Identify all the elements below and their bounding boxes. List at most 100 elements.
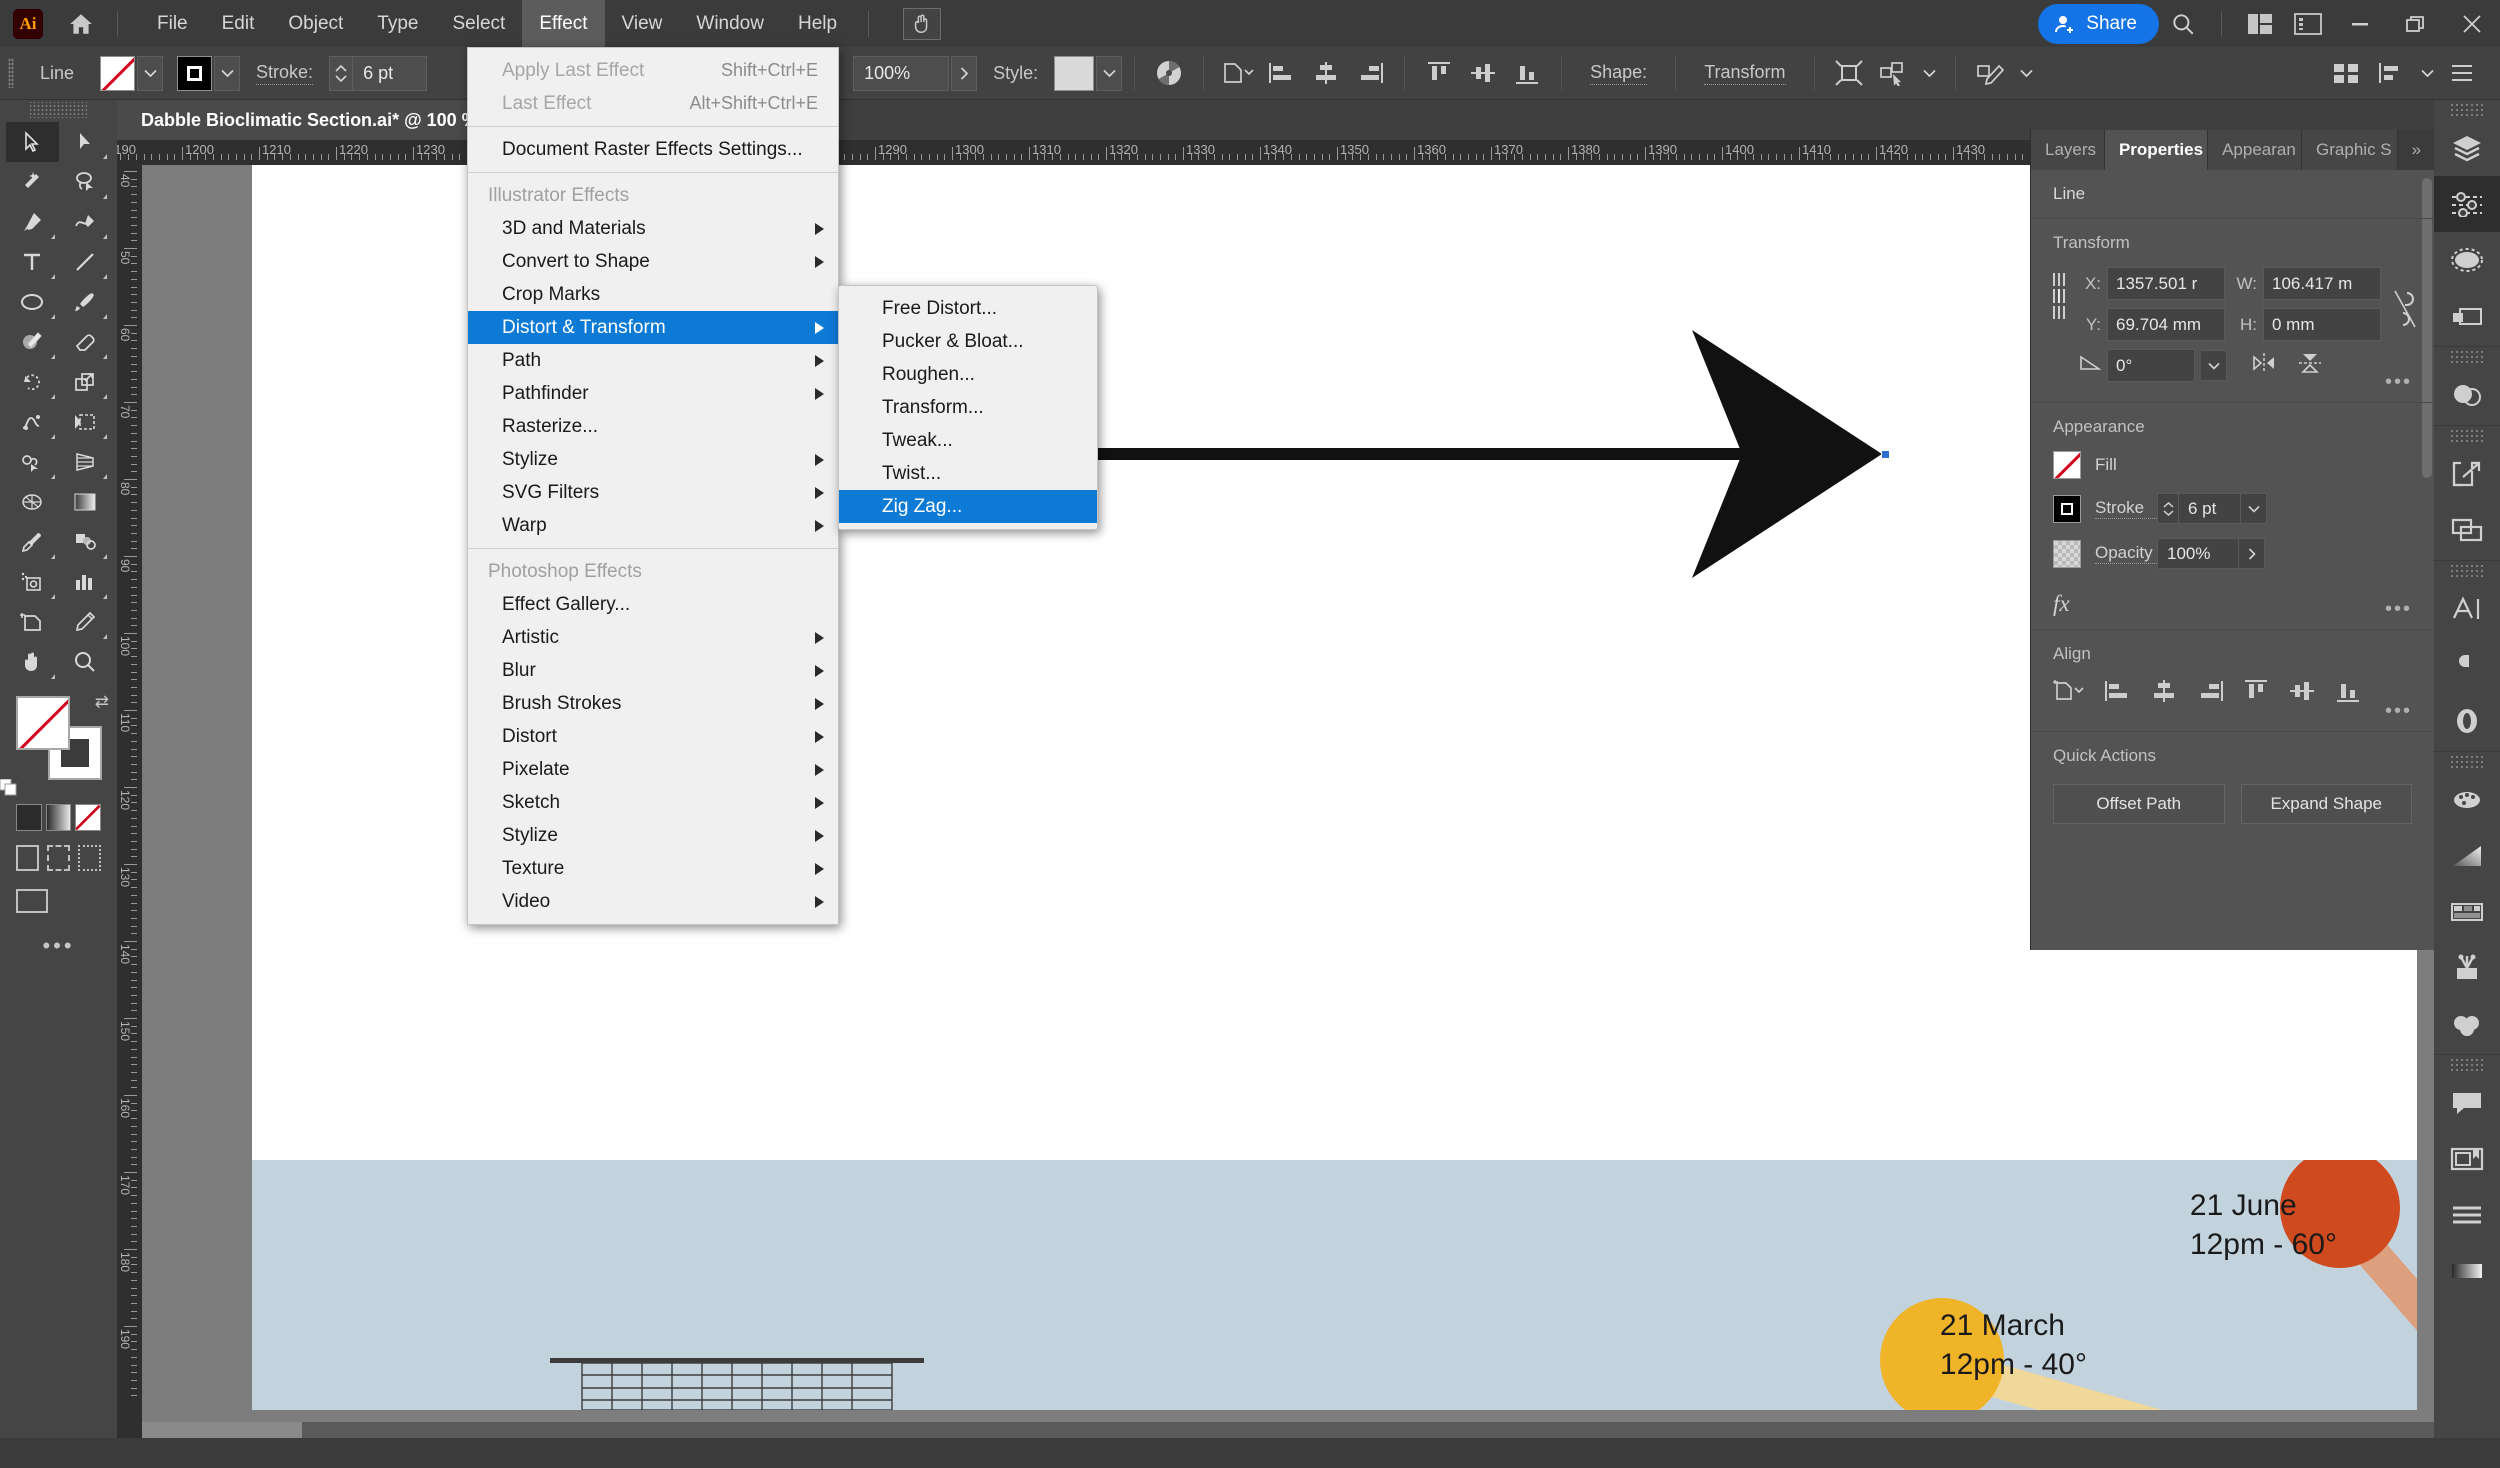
home-icon[interactable] <box>59 0 103 47</box>
align-center-horizontal-icon[interactable] <box>2149 678 2179 709</box>
gradient-tool[interactable] <box>59 482 112 522</box>
select-similar-icon[interactable] <box>1871 51 1915 95</box>
arrange-documents-icon[interactable] <box>2236 0 2284 47</box>
submenu-item-twist[interactable]: Twist... <box>839 457 1097 490</box>
dock-grip[interactable] <box>2450 1058 2484 1072</box>
mesh-tool[interactable] <box>6 482 59 522</box>
submenu-item-free-distort[interactable]: Free Distort... <box>839 292 1097 325</box>
line-segment-tool[interactable] <box>59 242 112 282</box>
brushes-icon[interactable] <box>2434 996 2500 1052</box>
menu-item-rasterize[interactable]: Rasterize... <box>468 410 838 443</box>
menu-item-warp[interactable]: Warp <box>468 509 838 542</box>
screen-mode-icon[interactable] <box>0 871 117 913</box>
menu-item-effect-gallery[interactable]: Effect Gallery... <box>468 588 838 621</box>
align-panel-icon[interactable] <box>2368 51 2412 95</box>
default-fill-stroke-icon[interactable] <box>0 778 17 796</box>
recolor-artwork-icon[interactable] <box>1147 51 1191 95</box>
menu-item-stylize-illustrator[interactable]: Stylize <box>468 443 838 476</box>
properties-icon[interactable] <box>2434 176 2500 232</box>
panel-opacity-expand-icon[interactable] <box>2239 538 2265 569</box>
toolbar-more-icon[interactable]: ••• <box>0 913 117 959</box>
rotate-tool[interactable] <box>6 362 59 402</box>
menu-view[interactable]: View <box>605 0 680 47</box>
isolate-selection-icon[interactable] <box>1827 51 1871 95</box>
align-panel-icon[interactable] <box>2434 1187 2500 1243</box>
paintbrush-tool[interactable] <box>59 282 112 322</box>
symbol-sprayer-tool[interactable] <box>6 562 59 602</box>
menu-window[interactable]: Window <box>679 0 781 47</box>
document-tab[interactable]: Dabble Bioclimatic Section.ai* @ 100 % <box>117 100 503 140</box>
menu-item-artistic[interactable]: Artistic <box>468 621 838 654</box>
menu-item-distort-photoshop[interactable]: Distort <box>468 720 838 753</box>
fill-swatch[interactable] <box>100 55 136 91</box>
opacity-expand-icon[interactable] <box>951 55 978 91</box>
rotation-angle-input[interactable]: 0° <box>2107 349 2195 382</box>
tab-graphic-styles[interactable]: Graphic S <box>2302 130 2398 170</box>
menu-item-convert-to-shape[interactable]: Convert to Shape <box>468 245 838 278</box>
align-center-vertical-icon[interactable] <box>1461 51 1505 95</box>
ellipse-tool[interactable] <box>6 282 59 322</box>
layers-icon[interactable] <box>2434 120 2500 176</box>
expand-shape-button[interactable]: Expand Shape <box>2240 784 2412 824</box>
menu-item-document-raster-effects-settings[interactable]: Document Raster Effects Settings... <box>468 133 838 166</box>
style-chevron-down-icon[interactable] <box>1096 55 1123 91</box>
menu-item-apply-last-effect[interactable]: Apply Last Effect Shift+Ctrl+E <box>468 54 838 87</box>
menu-item-stylize-photoshop[interactable]: Stylize <box>468 819 838 852</box>
stroke-dropdown-chevron-down-icon[interactable] <box>214 55 241 91</box>
libraries-icon[interactable] <box>2434 1131 2500 1187</box>
submenu-item-tweak[interactable]: Tweak... <box>839 424 1097 457</box>
menu-select[interactable]: Select <box>436 0 523 47</box>
unlink-proportions-icon[interactable] <box>2391 289 2419 334</box>
draw-behind-icon[interactable] <box>47 845 70 871</box>
menu-item-last-effect[interactable]: Last Effect Alt+Shift+Ctrl+E <box>468 87 838 120</box>
menu-item-sketch[interactable]: Sketch <box>468 786 838 819</box>
menu-type[interactable]: Type <box>360 0 435 47</box>
height-input[interactable]: 0 mm <box>2263 308 2381 341</box>
arrange-icon[interactable] <box>2324 51 2368 95</box>
comments-icon[interactable] <box>2434 1075 2500 1131</box>
y-input[interactable]: 69.704 mm <box>2107 308 2225 341</box>
panel-stroke-swatch[interactable] <box>2053 494 2081 523</box>
direct-selection-tool[interactable] <box>59 122 112 162</box>
restore-icon[interactable] <box>2388 0 2444 47</box>
fx-button[interactable]: fx <box>2053 583 2412 617</box>
tab-appearance[interactable]: Appearan <box>2208 130 2303 170</box>
select-similar-chevron-down-icon[interactable] <box>1917 56 1943 91</box>
menu-item-video[interactable]: Video <box>468 885 838 918</box>
menu-item-pixelate[interactable]: Pixelate <box>468 753 838 786</box>
stroke-weight-input[interactable]: 6 pt <box>353 55 428 91</box>
pen-tool[interactable] <box>6 202 59 242</box>
toolbar-fill-swatch[interactable] <box>16 696 70 750</box>
menu-item-blur[interactable]: Blur <box>468 654 838 687</box>
vertical-ruler[interactable]: 40 50 60 70 80 90 100 110 120 130 140 150 160 170 180 1… <box>117 165 142 1438</box>
align-left-icon[interactable] <box>2103 678 2133 709</box>
transform-button[interactable]: Transform <box>1704 62 1786 85</box>
scale-tool[interactable] <box>59 362 112 402</box>
shape-builder-tool[interactable] <box>6 442 59 482</box>
color-swatch-black[interactable] <box>16 804 42 831</box>
magic-wand-tool[interactable] <box>6 162 59 202</box>
menu-object[interactable]: Object <box>271 0 360 47</box>
menu-item-crop-marks[interactable]: Crop Marks <box>468 278 838 311</box>
workspace-switcher-icon[interactable] <box>2284 0 2332 47</box>
panel-fill-swatch[interactable] <box>2053 451 2081 479</box>
align-bottom-icon[interactable] <box>2333 678 2363 709</box>
panel-opacity-swatch[interactable] <box>2053 539 2081 568</box>
eraser-tool[interactable] <box>59 322 112 362</box>
align-to-selection-icon[interactable] <box>2053 678 2087 709</box>
menu-item-distort-and-transform[interactable]: Distort & Transform <box>468 311 838 344</box>
effect-menu-dropdown[interactable]: Apply Last Effect Shift+Ctrl+E Last Effe… <box>467 47 839 925</box>
dock-grip[interactable] <box>2450 429 2484 443</box>
tools-panel-grip[interactable] <box>30 102 87 118</box>
color-guide-icon[interactable] <box>2434 884 2500 940</box>
align-right-icon[interactable] <box>1348 51 1392 95</box>
menu-file[interactable]: File <box>140 0 205 47</box>
width-tool[interactable] <box>6 402 59 442</box>
panel-stroke-stepper[interactable] <box>2157 493 2179 524</box>
flip-vertical-icon[interactable] <box>2297 351 2323 380</box>
zoom-tool[interactable] <box>59 642 112 682</box>
edit-toolbar-chevron-down-icon[interactable] <box>2014 56 2040 91</box>
edit-toolbar-icon[interactable] <box>1968 51 2012 95</box>
tab-properties[interactable]: Properties <box>2104 130 2209 170</box>
swap-fill-stroke-icon[interactable]: ⇄ <box>95 692 109 712</box>
